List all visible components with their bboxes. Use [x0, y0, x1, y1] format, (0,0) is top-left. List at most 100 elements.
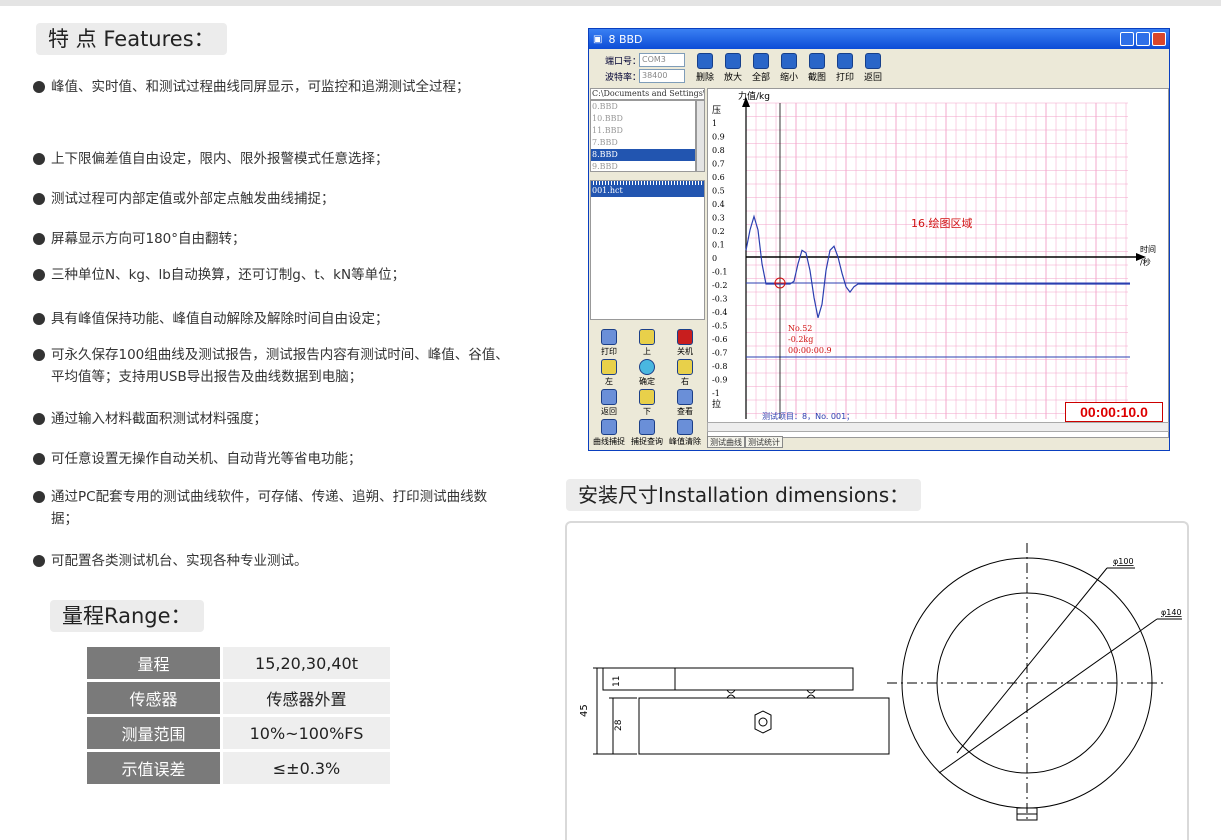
range-key: 量程 — [87, 647, 220, 679]
tool-label: 缩小 — [779, 73, 798, 83]
key-capture-query[interactable]: 捕捉查询 — [628, 418, 666, 446]
table-row: 传感器 传感器外置 — [87, 682, 390, 714]
y-tick-label: 0.3 — [712, 214, 725, 223]
y-tick-label: -0.2 — [712, 281, 727, 290]
tab-test-curve[interactable]: 测试曲线 — [707, 436, 745, 448]
key-label: 峰值清除 — [669, 437, 701, 446]
close-icon[interactable] — [1152, 32, 1166, 46]
key-label: 打印 — [601, 347, 617, 356]
y-top-label: 压 — [712, 105, 721, 116]
range-value: 10%~100%FS — [220, 717, 390, 749]
key-curve-capture[interactable]: 曲线捕捉 — [590, 418, 628, 446]
zoom-out-icon — [781, 53, 797, 69]
dim-body: 28 — [614, 719, 624, 731]
leader-outer — [938, 618, 1158, 774]
back-icon — [865, 53, 881, 69]
marker-time: 00:00:00.9 — [788, 346, 832, 355]
report-item[interactable]: 001.hct — [591, 185, 704, 197]
app-icon: ▣ — [593, 33, 603, 45]
y-tick-label: -0.7 — [712, 349, 727, 358]
dimension-drawing: 45 11 28 φ100 φ140 — [579, 543, 1182, 823]
key-print[interactable]: 打印 — [590, 328, 628, 356]
report-list[interactable]: 001.hct — [590, 180, 705, 320]
port-label: 端口号： — [605, 57, 642, 67]
plot-area: 1 0.9 0.8 0.7 0.6 0.5 0.4 0.3 0.2 0.1 0 -0.1 -0.2 -0.… — [707, 88, 1169, 438]
key-label: 关机 — [677, 347, 693, 356]
plot-axes — [742, 97, 1146, 419]
y-tick-label: -0.4 — [712, 308, 727, 317]
x-axis-unit: /秒 — [1140, 257, 1151, 267]
clear-icon — [677, 419, 693, 435]
list-item[interactable]: 9.BBD — [591, 161, 695, 173]
key-left[interactable]: 左 — [590, 358, 628, 386]
curve-icon — [601, 419, 617, 435]
zoom-in-icon — [725, 53, 741, 69]
marker-value: -0.2kg — [788, 335, 813, 344]
list-item[interactable]: 11.BBD — [591, 125, 695, 137]
baud-label: 波特率： — [605, 73, 642, 83]
port-select[interactable]: COM3 — [639, 53, 685, 67]
key-down[interactable]: 下 — [628, 388, 666, 416]
side-connector-hole — [758, 717, 768, 727]
install-title: 安装尺寸Installation dimensions： — [566, 479, 922, 511]
key-ok[interactable]: 确定 — [628, 358, 666, 386]
test-item: 测试项目：8，No. 001； — [762, 411, 854, 421]
range-key: 传感器 — [87, 682, 220, 714]
key-back[interactable]: 返回 — [590, 388, 628, 416]
elapsed-time: 00:00:10.0 — [1065, 402, 1163, 422]
screenshot-button[interactable]: 截图 — [805, 53, 829, 83]
minimize-icon[interactable] — [1120, 32, 1134, 46]
list-item[interactable]: 7.BBD — [591, 137, 695, 149]
zoom-in-button[interactable]: 放大 — [721, 53, 745, 83]
file-list-scrollbar[interactable] — [696, 100, 705, 172]
feature-item: 屏幕显示方向可180°自由翻转； — [33, 228, 513, 250]
window-titlebar: ▣ 8 BBD — [589, 29, 1169, 49]
ok-icon — [639, 359, 655, 375]
key-label: 下 — [643, 407, 651, 416]
range-title: 量程Range： — [50, 600, 204, 632]
camera-icon — [809, 53, 825, 69]
key-power[interactable]: 关机 — [666, 328, 704, 356]
tool-label: 返回 — [863, 73, 882, 83]
tab-test-stats[interactable]: 测试统计 — [745, 436, 783, 448]
y-tick-label: -0.6 — [712, 335, 727, 344]
key-view[interactable]: 查看 — [666, 388, 704, 416]
print-icon — [601, 329, 617, 345]
zoom-out-button[interactable]: 缩小 — [777, 53, 801, 83]
y-tick-label: 0.6 — [712, 173, 725, 182]
key-label: 左 — [605, 377, 613, 386]
key-up[interactable]: 上 — [628, 328, 666, 356]
list-item-selected[interactable]: 8.BBD — [591, 149, 695, 161]
key-right[interactable]: 右 — [666, 358, 704, 386]
key-label: 确定 — [639, 377, 655, 386]
y-tick-label: 1 — [712, 119, 717, 128]
range-key: 示值误差 — [87, 752, 220, 784]
horizontal-scrollbar[interactable] — [707, 422, 1169, 432]
file-list[interactable]: 0.BBD 10.BBD 11.BBD 7.BBD 8.BBD 9.BBD — [590, 100, 696, 172]
print-button[interactable]: 打印 — [833, 53, 857, 83]
left-pane: C:\Documents and Settings\Admi 0.BBD 10.… — [590, 88, 705, 446]
feature-item: 具有峰值保持功能、峰值自动解除及解除时间自由设定； — [33, 308, 513, 330]
list-item[interactable]: 0.BBD — [591, 101, 695, 113]
y-axis-label: 力值/kg — [738, 90, 770, 102]
range-value: 15,20,30,40t — [220, 647, 390, 679]
toolbar: 端口号： COM3 波特率： 38400 删除 放大 全部 缩小 截图 打印 返… — [589, 49, 1169, 87]
y-tick-label: -1 — [712, 389, 720, 398]
key-peak-clear[interactable]: 峰值清除 — [666, 418, 704, 446]
table-row: 示值误差 ≤±0.3% — [87, 752, 390, 784]
delete-button[interactable]: 删除 — [693, 53, 717, 83]
return-icon — [601, 389, 617, 405]
file-path: C:\Documents and Settings\Admi — [590, 88, 705, 100]
y-tick-label: 0.9 — [712, 133, 725, 142]
zoom-all-button[interactable]: 全部 — [749, 53, 773, 83]
list-item[interactable]: 10.BBD — [591, 113, 695, 125]
side-view — [593, 667, 890, 755]
key-label: 曲线捕捉 — [593, 437, 625, 446]
maximize-icon[interactable] — [1136, 32, 1150, 46]
y-tick-label: 0.8 — [712, 146, 725, 155]
back-button[interactable]: 返回 — [861, 53, 885, 83]
key-label: 返回 — [601, 407, 617, 416]
feature-item: 测试过程可内部定值或外部定点触发曲线捕捉； — [33, 188, 513, 210]
baud-select[interactable]: 38400 — [639, 69, 685, 83]
plot-grid — [745, 102, 1128, 419]
